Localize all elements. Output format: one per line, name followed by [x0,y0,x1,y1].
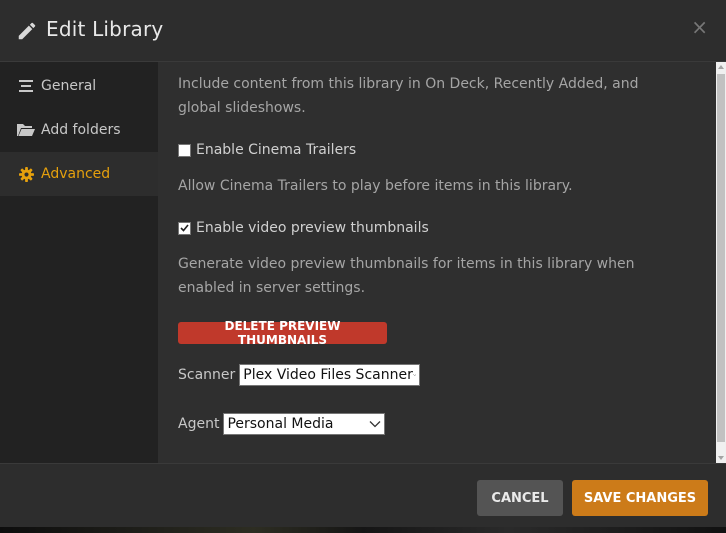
agent-field: Agent Personal Media [178,413,386,435]
save-changes-button[interactable]: SAVE CHANGES [572,480,708,516]
edit-library-modal: Edit Library × General Add folders Advan… [0,0,726,533]
cinema-trailers-checkbox[interactable] [178,143,191,157]
checkmark-icon [180,224,189,232]
sidebar: General Add folders Advanced [0,62,158,463]
background-strip [0,527,726,533]
sidebar-item-label: Add folders [41,122,121,138]
modal-header: Edit Library × [0,0,726,62]
video-thumbnails-label: Enable video preview thumbnails [196,220,429,236]
chevron-down-icon [412,374,417,376]
modal-footer: CANCEL SAVE CHANGES [0,463,726,527]
close-icon[interactable]: × [691,17,708,37]
cinema-trailers-help-text: Allow Cinema Trailers to play before ite… [178,178,573,194]
sidebar-item-general[interactable]: General [0,64,158,108]
advanced-settings-panel: Include content from this library in On … [158,62,716,463]
scanner-label: Scanner [178,367,236,383]
scroll-down-arrow-icon[interactable] [716,453,726,463]
agent-select[interactable]: Personal Media [223,413,386,435]
scanner-selected-value: Plex Video Files Scanner [243,367,413,383]
agent-label: Agent [178,416,220,432]
video-thumbnails-option[interactable]: Enable video preview thumbnails [178,220,429,236]
cancel-button[interactable]: CANCEL [477,480,563,516]
on-deck-help-text: Include content from this library in On … [178,76,639,116]
folder-open-icon [17,121,35,139]
cinema-trailers-label: Enable Cinema Trailers [196,142,357,158]
delete-preview-thumbnails-button[interactable]: DELETE PREVIEW THUMBNAILS [178,319,387,347]
sidebar-item-advanced[interactable]: Advanced [0,152,158,196]
scanner-select[interactable]: Plex Video Files Scanner [239,364,421,386]
chevron-down-icon [369,421,381,428]
scroll-up-arrow-icon[interactable] [716,62,726,72]
video-thumbnails-help-text: Generate video preview thumbnails for it… [178,256,635,296]
agent-selected-value: Personal Media [227,416,334,432]
modal-title: Edit Library [46,17,164,41]
sidebar-item-label: General [41,78,97,94]
gear-icon [17,165,35,183]
sidebar-item-add-folders[interactable]: Add folders [0,108,158,152]
list-icon [17,77,35,95]
video-thumbnails-checkbox[interactable] [178,221,191,235]
scrollbar-thumb[interactable] [717,74,725,442]
scanner-field: Scanner Plex Video Files Scanner [178,364,421,386]
content-scrollbar[interactable] [716,62,726,463]
sidebar-item-label: Advanced [41,166,111,182]
pencil-icon [18,22,36,40]
cinema-trailers-option[interactable]: Enable Cinema Trailers [178,142,356,158]
